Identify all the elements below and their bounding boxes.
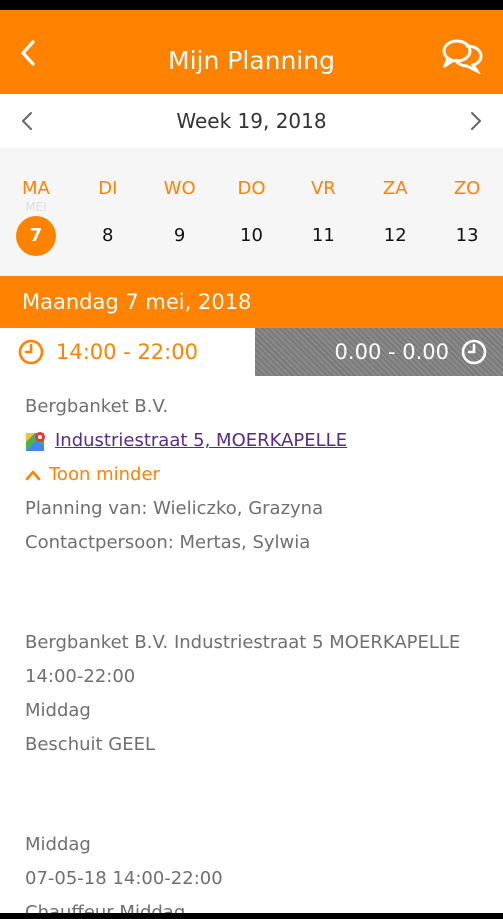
- day-number: 8: [102, 225, 114, 246]
- day-number: 13: [455, 225, 479, 246]
- selected-date-header: Maandag 7 mei, 2018: [0, 276, 503, 328]
- planned-time-value: 14:00 - 22:00: [56, 340, 198, 364]
- toggle-less-label: Toon minder: [49, 464, 160, 485]
- day-number: 9: [173, 225, 186, 246]
- day-number: 11: [311, 225, 335, 246]
- day-abbreviation: VR: [310, 178, 336, 199]
- note-line: 14:00-22:00: [25, 666, 136, 687]
- toggle-less-button[interactable]: Toon minder: [25, 458, 495, 492]
- company-name: Bergbanket B.V.: [25, 396, 169, 417]
- week-label: Week 19, 2018: [176, 109, 327, 133]
- shift-details: Bergbanket B.V. Industriestraat 5, MOERK…: [25, 390, 495, 913]
- day-abbreviation: DO: [237, 178, 266, 199]
- day-abbreviation: WO: [163, 178, 196, 199]
- time-row: 14:00 - 22:00 0.00 - 0.00: [0, 328, 503, 376]
- day-number: 12: [383, 225, 407, 246]
- clock-icon: [18, 339, 44, 365]
- day-number: 10: [240, 225, 263, 246]
- day-abbreviation: MA: [22, 178, 50, 199]
- actual-time-button[interactable]: 0.00 - 0.00: [255, 328, 503, 376]
- note-line: Chauffeur Middag: [25, 902, 186, 913]
- app-screen: Mijn Planning Week 19, 2018 MA MEI 7 DI …: [0, 10, 503, 913]
- actual-time-value: 0.00 - 0.00: [334, 340, 449, 364]
- chevron-right-icon: [471, 112, 481, 130]
- note-line: Middag: [25, 700, 91, 721]
- day-tuesday[interactable]: DI 8: [72, 148, 144, 276]
- day-wednesday[interactable]: WO 9: [144, 148, 216, 276]
- planned-time: 14:00 - 22:00: [0, 328, 255, 376]
- clock-icon: [461, 339, 487, 365]
- contact-text: Contactpersoon: Mertas, Sylwia: [25, 532, 311, 553]
- previous-week-button[interactable]: [12, 106, 42, 136]
- planner-text: Planning van: Wieliczko, Grazyna: [25, 498, 324, 519]
- day-saturday[interactable]: ZA 12: [359, 148, 431, 276]
- week-navigator: Week 19, 2018: [0, 94, 503, 148]
- top-bar: Mijn Planning: [0, 10, 503, 94]
- chevron-up-icon: [25, 470, 41, 481]
- address-row: Industriestraat 5, MOERKAPELLE: [25, 424, 495, 458]
- note-line: Bergbanket B.V. Industriestraat 5 MOERKA…: [25, 632, 461, 653]
- day-friday[interactable]: VR 11: [287, 148, 359, 276]
- chat-bubbles-icon: [442, 39, 483, 74]
- day-abbreviation: DI: [98, 178, 118, 199]
- day-monday[interactable]: MA MEI 7: [0, 148, 72, 276]
- next-week-button[interactable]: [461, 106, 491, 136]
- day-abbreviation: ZA: [382, 178, 408, 199]
- address-link[interactable]: Industriestraat 5, MOERKAPELLE: [55, 424, 347, 458]
- note-line: Beschuit GEEL: [25, 734, 156, 755]
- day-number: 7: [15, 216, 56, 256]
- day-month-label: MEI: [25, 200, 47, 214]
- day-thursday[interactable]: DO 10: [216, 148, 288, 276]
- chat-button[interactable]: [439, 36, 485, 76]
- chevron-left-icon: [22, 112, 32, 130]
- day-abbreviation: ZO: [453, 178, 481, 199]
- note-line: 07-05-18 14:00-22:00: [25, 868, 223, 889]
- note-line: Middag: [25, 834, 91, 855]
- day-sunday[interactable]: ZO 13: [431, 148, 503, 276]
- page-title: Mijn Planning: [168, 46, 335, 75]
- maps-pin-icon: [26, 432, 45, 451]
- day-selector: MA MEI 7 DI 8 WO 9 DO 10 VR 11 ZA 12 ZO …: [0, 148, 503, 276]
